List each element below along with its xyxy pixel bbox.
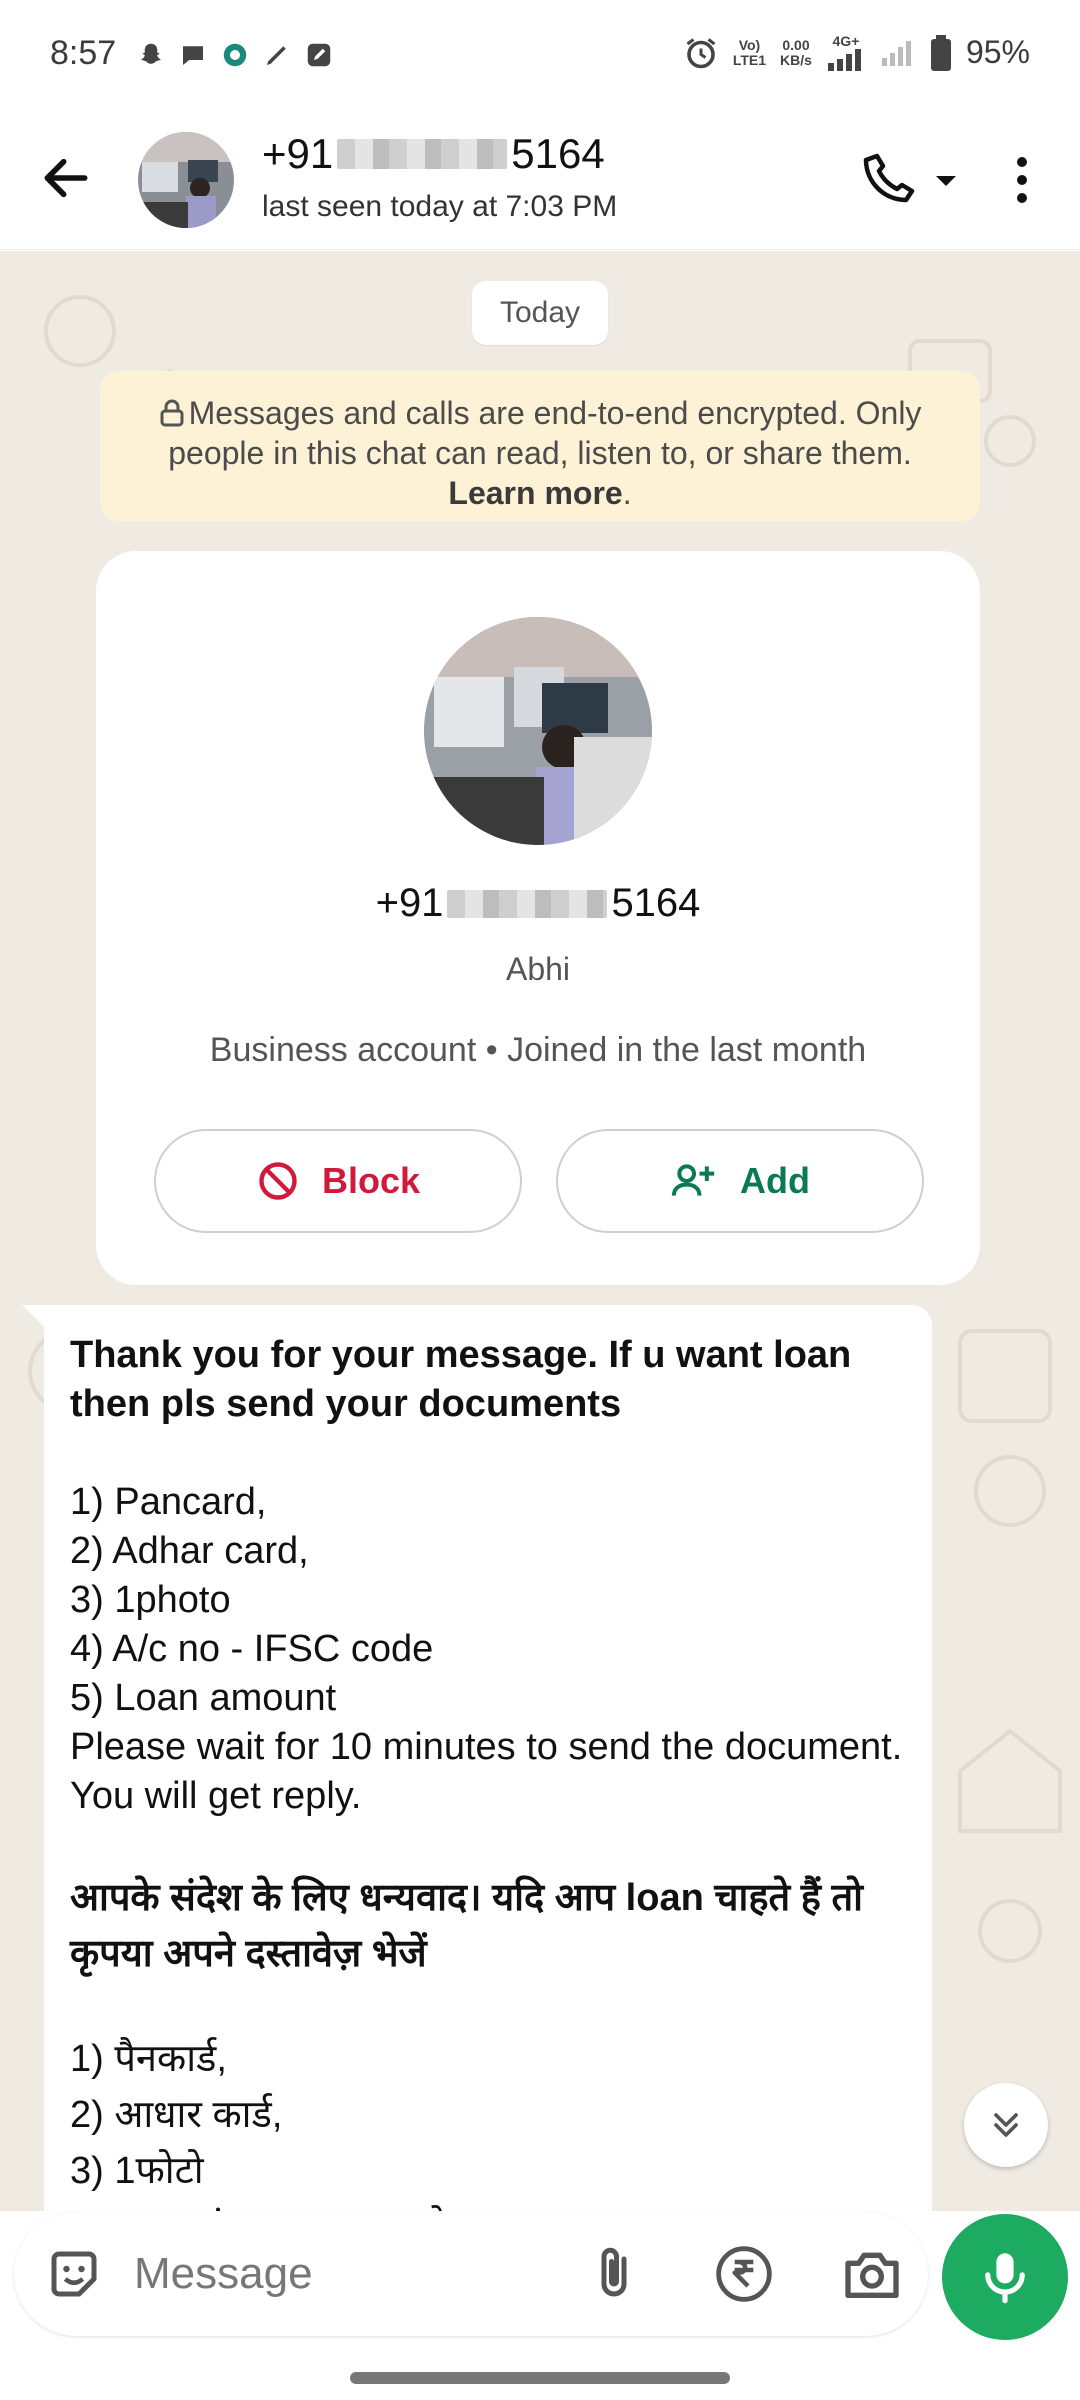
incoming-message[interactable]: Thank you for your message. If u want lo… xyxy=(44,1305,932,2211)
message-text: 2) Adhar card, xyxy=(70,1530,309,1572)
rupee-icon[interactable] xyxy=(712,2242,776,2306)
profile-photo xyxy=(424,617,652,845)
signal-strength: 4G+ xyxy=(826,34,866,71)
profile-avatar[interactable] xyxy=(424,617,652,845)
message-text: Please wait for 10 minutes to send the d… xyxy=(70,1726,903,1817)
attach-icon[interactable] xyxy=(584,2242,644,2306)
message-text: आपके संदेश के लिए धन्यवाद। यदि आप loan च… xyxy=(70,1877,863,1975)
back-arrow-icon[interactable] xyxy=(38,150,94,206)
more-vert-icon[interactable] xyxy=(1000,150,1044,210)
block-button[interactable]: Block xyxy=(154,1129,522,1233)
message-text: 2) आधार कार्ड, xyxy=(70,2094,283,2136)
navigation-bar xyxy=(0,2340,1080,2400)
message-text: 4) A/c no - IFSC code xyxy=(70,1628,434,1670)
chat-area[interactable]: Today Messages and calls are end-to-end … xyxy=(0,251,1080,2211)
pen-icon xyxy=(267,46,286,65)
contact-name[interactable]: +91 5164 xyxy=(262,130,605,178)
profile-name: Abhi xyxy=(505,951,571,987)
battery-percent: 95% xyxy=(965,34,1030,70)
avatar-image xyxy=(138,132,234,228)
sticker-icon[interactable] xyxy=(44,2244,104,2304)
message-text: 3) 1फोटो xyxy=(70,2150,204,2192)
add-contact-button[interactable]: Add xyxy=(556,1129,924,1233)
app-icon xyxy=(223,43,247,67)
learn-more-link[interactable]: Learn more xyxy=(448,475,622,511)
chat-header: +91 5164 last seen today at 7:03 PM xyxy=(0,110,1080,250)
home-indicator[interactable] xyxy=(350,2372,730,2384)
encryption-text: Messages and calls are end-to-end encryp… xyxy=(168,395,922,471)
block-icon xyxy=(259,1162,297,1200)
lock-icon xyxy=(160,399,184,427)
message-text: 1) Pancard, xyxy=(70,1481,267,1523)
profile-meta: Business account • Joined in the last mo… xyxy=(209,1031,867,1069)
mic-button[interactable] xyxy=(942,2214,1068,2340)
wallpaper-doodle xyxy=(958,1329,1052,1527)
mic-icon xyxy=(985,2253,1025,2304)
redacted-number xyxy=(337,139,508,169)
date-separator: Today xyxy=(472,281,608,345)
notification-icons xyxy=(136,40,334,70)
chevron-double-down-icon xyxy=(994,2113,1018,2137)
message-text: Thank you for your message. If u want lo… xyxy=(70,1334,852,1425)
message-composer xyxy=(14,2212,928,2336)
message-text: 1) पैनकार्ड, xyxy=(70,2038,227,2080)
phone-icon[interactable] xyxy=(856,150,966,210)
signal-icon-2 xyxy=(881,40,911,66)
status-bar: 8:57 Vo) LTE1 0.00 KB/s 4G+ 95% xyxy=(0,0,1080,110)
message-input[interactable] xyxy=(134,2232,574,2316)
camera-icon[interactable] xyxy=(840,2242,904,2306)
edit-box-icon xyxy=(307,43,331,67)
dropdown-icon xyxy=(936,176,956,186)
message-text: 5) Loan amount xyxy=(70,1677,337,1719)
encryption-notice[interactable]: Messages and calls are end-to-end encryp… xyxy=(100,371,980,521)
chat-bubble-icon xyxy=(183,46,203,65)
message-text: 3) 1photo xyxy=(70,1579,231,1621)
scroll-to-bottom-button[interactable] xyxy=(964,2083,1048,2167)
signal-icon xyxy=(827,49,861,71)
battery-icon xyxy=(930,34,951,71)
profile-number: +91 5164 xyxy=(375,881,701,925)
status-time: 8:57 xyxy=(50,34,117,72)
snapchat-icon xyxy=(141,43,161,64)
alarm-icon xyxy=(686,37,716,68)
wallpaper-doodle xyxy=(958,1728,1062,1963)
system-status-icons: Vo) LTE1 0.00 KB/s 4G+ 95% xyxy=(683,34,1030,71)
message-text: 4) खाता संख्या - IFSC कोड xyxy=(70,2199,906,2211)
avatar[interactable] xyxy=(138,132,234,228)
contact-profile-card: +91 5164 Abhi Business account • Joined … xyxy=(96,551,980,1285)
volte-indicator: Vo) LTE1 xyxy=(732,36,767,68)
add-person-icon xyxy=(671,1164,715,1196)
last-seen-status: last seen today at 7:03 PM xyxy=(262,190,618,223)
redacted-number xyxy=(447,889,608,918)
network-speed: 0.00 KB/s xyxy=(780,36,812,68)
